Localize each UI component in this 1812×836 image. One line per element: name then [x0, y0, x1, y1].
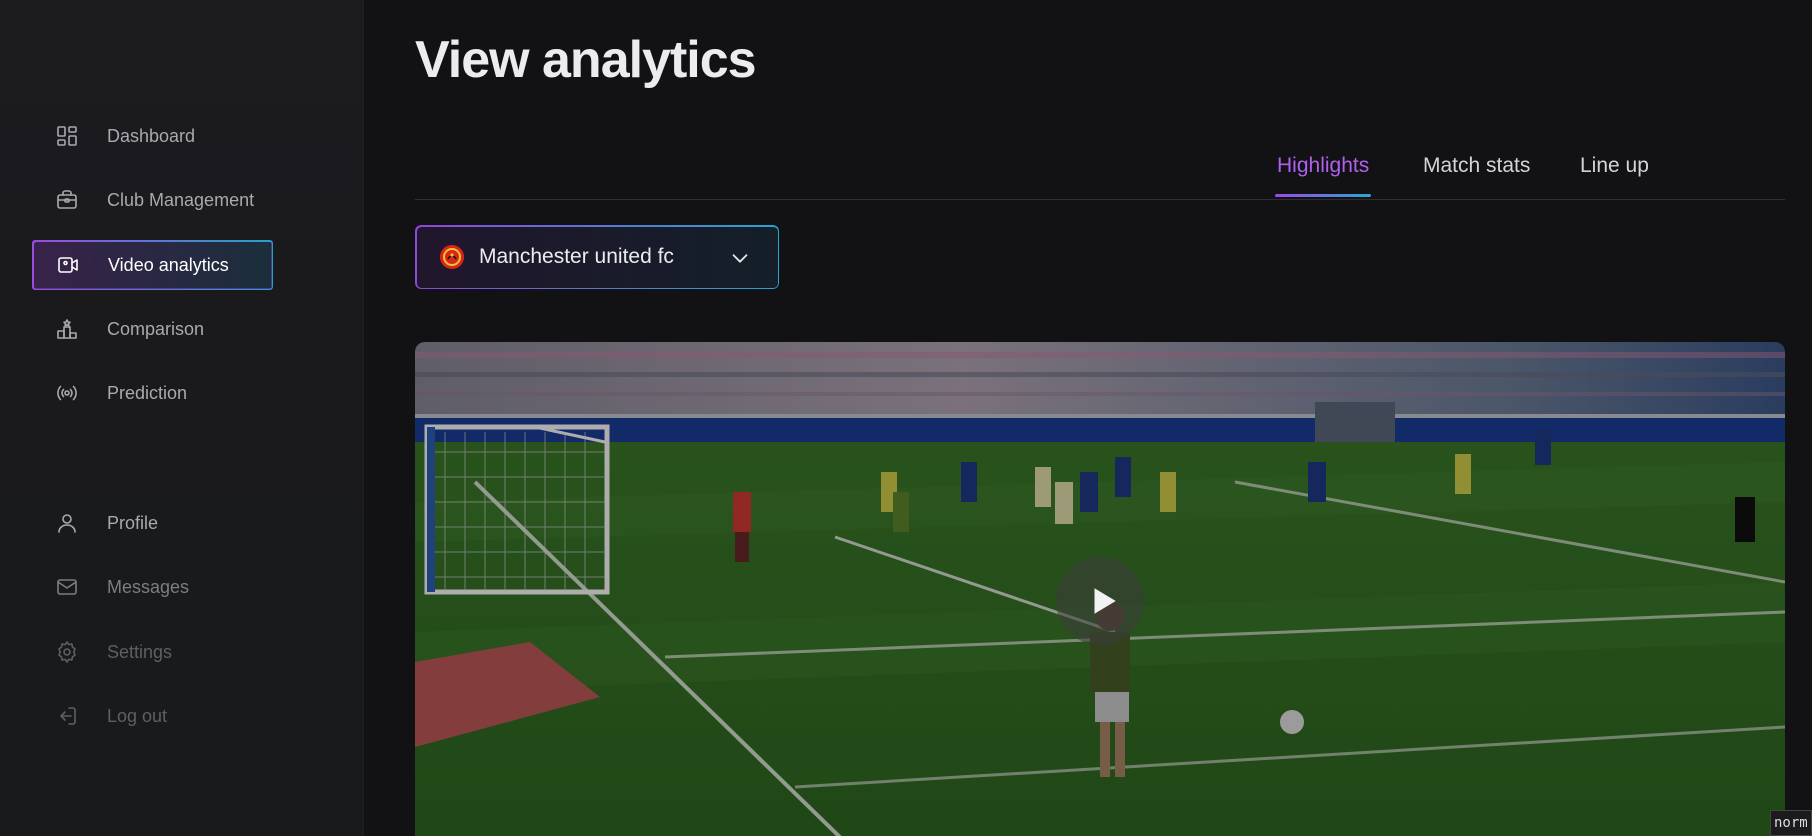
main-content: View analytics Highlights Match stats Li…: [364, 0, 1812, 836]
video-player[interactable]: [415, 342, 1785, 836]
tab-bar: Highlights Match stats Line up: [415, 148, 1785, 200]
video-icon: [56, 253, 80, 277]
play-button[interactable]: [1056, 557, 1144, 645]
sidebar-item-profile[interactable]: Profile: [31, 497, 274, 549]
sidebar-item-label: Profile: [107, 512, 159, 533]
sidebar-item-video-analytics[interactable]: Video analytics: [31, 239, 274, 291]
corner-tag: norm: [1770, 810, 1812, 836]
sidebar-item-label: Log out: [107, 705, 168, 726]
broadcast-icon: [55, 381, 79, 405]
tab-highlights[interactable]: Highlights: [1274, 154, 1372, 197]
briefcase-icon: [55, 188, 79, 212]
sidebar-item-label: Dashboard: [107, 125, 196, 146]
club-select-value: Manchester united fc: [479, 245, 674, 268]
tab-match-stats[interactable]: Match stats: [1423, 154, 1530, 196]
mail-icon: [55, 575, 79, 599]
dashboard-icon: [55, 124, 79, 148]
tab-line-up[interactable]: Line up: [1580, 154, 1649, 196]
logout-icon: [55, 704, 79, 728]
play-icon: [1094, 588, 1116, 614]
sidebar-item-label: Comparison: [107, 318, 205, 339]
user-icon: [55, 511, 79, 535]
sidebar-item-prediction[interactable]: Prediction: [31, 367, 274, 419]
club-select[interactable]: Manchester united fc: [415, 225, 779, 289]
sidebar-item-label: Prediction: [107, 382, 188, 403]
sidebar-item-label: Club Management: [107, 189, 255, 210]
sidebar-item-comparison[interactable]: Comparison: [31, 303, 274, 355]
club-crest-icon: [440, 245, 464, 269]
page-title: View analytics: [415, 31, 757, 89]
gear-icon: [55, 640, 79, 664]
sidebar: Dashboard Club Management Video analytic…: [0, 0, 364, 836]
sidebar-item-settings[interactable]: Settings: [31, 626, 274, 678]
app-root: Dashboard Club Management Video analytic…: [0, 0, 1812, 836]
podium-icon: [55, 317, 79, 341]
chevron-down-icon: [729, 247, 751, 269]
sidebar-item-label: Settings: [107, 641, 173, 662]
sidebar-item-label: Messages: [107, 576, 190, 597]
sidebar-item-dashboard[interactable]: Dashboard: [31, 110, 274, 162]
sidebar-item-log-out[interactable]: Log out: [31, 690, 274, 742]
sidebar-item-messages[interactable]: Messages: [31, 561, 274, 613]
sidebar-item-label: Video analytics: [108, 254, 229, 275]
sidebar-item-club-management[interactable]: Club Management: [31, 174, 274, 226]
